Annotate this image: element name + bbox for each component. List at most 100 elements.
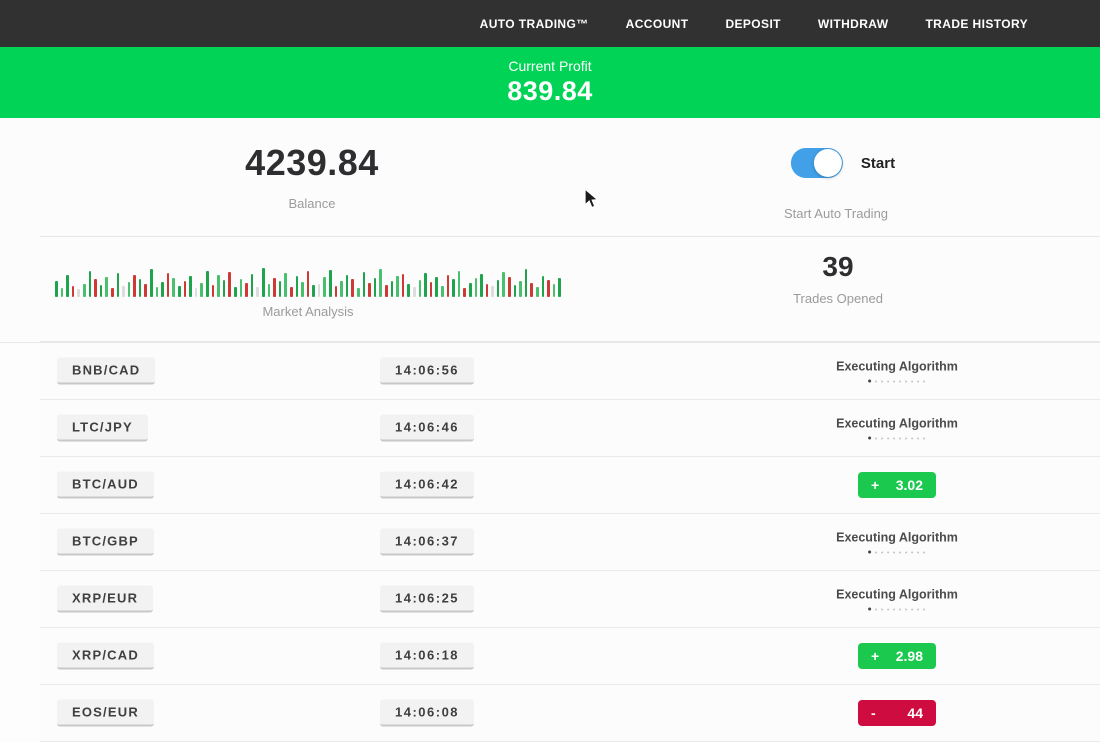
candle-bar — [480, 274, 483, 297]
candle-bar — [363, 272, 366, 297]
progress-dot — [875, 551, 877, 553]
pair-pill[interactable]: BTC/GBP — [57, 529, 154, 556]
progress-dot — [905, 608, 907, 610]
balance-block: 4239.84 Balance — [245, 142, 379, 211]
progress-dot — [917, 437, 919, 439]
candle-bar — [312, 285, 315, 297]
candle-bar — [167, 273, 170, 297]
nav-item[interactable]: DEPOSIT — [725, 17, 780, 31]
pair-pill[interactable]: XRP/EUR — [57, 586, 153, 613]
pair-pill[interactable]: XRP/CAD — [57, 643, 154, 670]
executing-label: Executing Algorithm — [836, 417, 958, 431]
candle-bar — [172, 278, 175, 297]
badge-value: 44 — [907, 705, 923, 721]
time-pill: 14:06:42 — [380, 472, 474, 499]
candle-bar — [156, 287, 159, 297]
progress-dots-icon — [836, 551, 958, 554]
candle-bar — [379, 269, 382, 297]
market-analysis-block: Market Analysis — [55, 261, 561, 319]
progress-dot — [923, 551, 925, 553]
trade-row: XRP/EUR14:06:25Executing Algorithm — [40, 571, 1100, 628]
candle-bar — [128, 282, 131, 297]
candle-bar — [178, 286, 181, 297]
candle-bar — [452, 279, 455, 297]
candle-bar — [402, 274, 405, 297]
trades-opened-block: 39 Trades Opened — [793, 251, 883, 306]
progress-dot — [905, 551, 907, 553]
progress-dot — [887, 608, 889, 610]
auto-trading-toggle[interactable] — [791, 148, 843, 178]
pair-pill[interactable]: BNB/CAD — [57, 358, 155, 385]
candle-bar — [66, 275, 69, 297]
pair-pill[interactable]: LTC/JPY — [57, 415, 148, 442]
candle-bar — [72, 286, 75, 297]
profit-badge: +2.98 — [858, 643, 936, 669]
time-pill: 14:06:37 — [380, 529, 474, 556]
time-pill: 14:06:56 — [380, 358, 474, 385]
current-profit-banner: Current Profit 839.84 — [0, 47, 1100, 118]
candle-bar — [536, 287, 539, 297]
candle-bar — [240, 279, 243, 297]
candle-bar — [301, 282, 304, 297]
candle-bar — [346, 275, 349, 297]
loss-badge: -44 — [858, 700, 936, 726]
status-cell: Executing Algorithm — [836, 417, 958, 440]
top-navbar: AUTO TRADING™ ACCOUNT DEPOSIT WITHDRAW TRADE… — [0, 0, 1100, 47]
executing-label: Executing Algorithm — [836, 588, 958, 602]
candle-bar — [139, 279, 142, 297]
candle-bar — [251, 274, 254, 297]
nav-item[interactable]: WITHDRAW — [818, 17, 889, 31]
candle-bar — [228, 272, 231, 297]
candle-bar — [374, 278, 377, 297]
candle-bar — [419, 280, 422, 297]
candle-bar — [77, 289, 80, 297]
candle-bar — [206, 271, 209, 297]
nav-item[interactable]: AUTO TRADING™ — [480, 17, 589, 31]
progress-dot — [868, 551, 871, 554]
progress-dot — [887, 551, 889, 553]
market-section: Market Analysis 39 Trades Opened — [0, 237, 1100, 341]
candle-bar — [223, 280, 226, 297]
candle-bar — [368, 283, 371, 297]
progress-dot — [911, 437, 913, 439]
nav-item[interactable]: ACCOUNT — [626, 17, 689, 31]
executing-label: Executing Algorithm — [836, 531, 958, 545]
candle-bar — [262, 268, 265, 297]
badge-value: 3.02 — [896, 477, 923, 493]
pair-pill[interactable]: EOS/EUR — [57, 700, 154, 727]
candle-bar — [245, 283, 248, 297]
progress-dot — [881, 437, 883, 439]
candle-bar — [296, 276, 299, 297]
candle-bar — [61, 288, 64, 297]
balance-section: 4239.84 Balance Start Start Auto Trading — [0, 118, 1100, 236]
nav-item[interactable]: TRADE HISTORY — [925, 17, 1028, 31]
candle-bar — [195, 288, 198, 297]
candle-bar — [424, 273, 427, 297]
progress-dot — [917, 380, 919, 382]
candle-bar — [475, 278, 478, 297]
auto-trading-caption: Start Auto Trading — [784, 206, 888, 221]
trade-row: BNB/CAD14:06:56Executing Algorithm — [40, 343, 1100, 400]
progress-dot — [887, 437, 889, 439]
candle-bar — [391, 281, 394, 297]
candle-bar — [161, 282, 164, 297]
badge-value: 2.98 — [896, 648, 923, 664]
candle-bar — [117, 273, 120, 297]
balance-label: Balance — [245, 196, 379, 211]
toggle-knob-icon — [814, 149, 842, 177]
pair-pill[interactable]: BTC/AUD — [57, 472, 154, 499]
candle-bar — [307, 271, 310, 297]
candle-bar — [83, 284, 86, 297]
progress-dot — [893, 380, 895, 382]
progress-dot — [917, 551, 919, 553]
badge-sign: + — [871, 648, 879, 664]
progress-dot — [917, 608, 919, 610]
candle-bar — [441, 286, 444, 297]
balance-value: 4239.84 — [245, 142, 379, 184]
candle-bar — [111, 288, 114, 297]
trade-row: EOS/EUR14:06:08-44 — [40, 685, 1100, 742]
progress-dot — [899, 551, 901, 553]
progress-dot — [868, 437, 871, 440]
candle-bar — [458, 271, 461, 297]
trades-table: BNB/CAD 14:06:56 Executing Algorithm LTC/JP… — [0, 342, 1100, 742]
